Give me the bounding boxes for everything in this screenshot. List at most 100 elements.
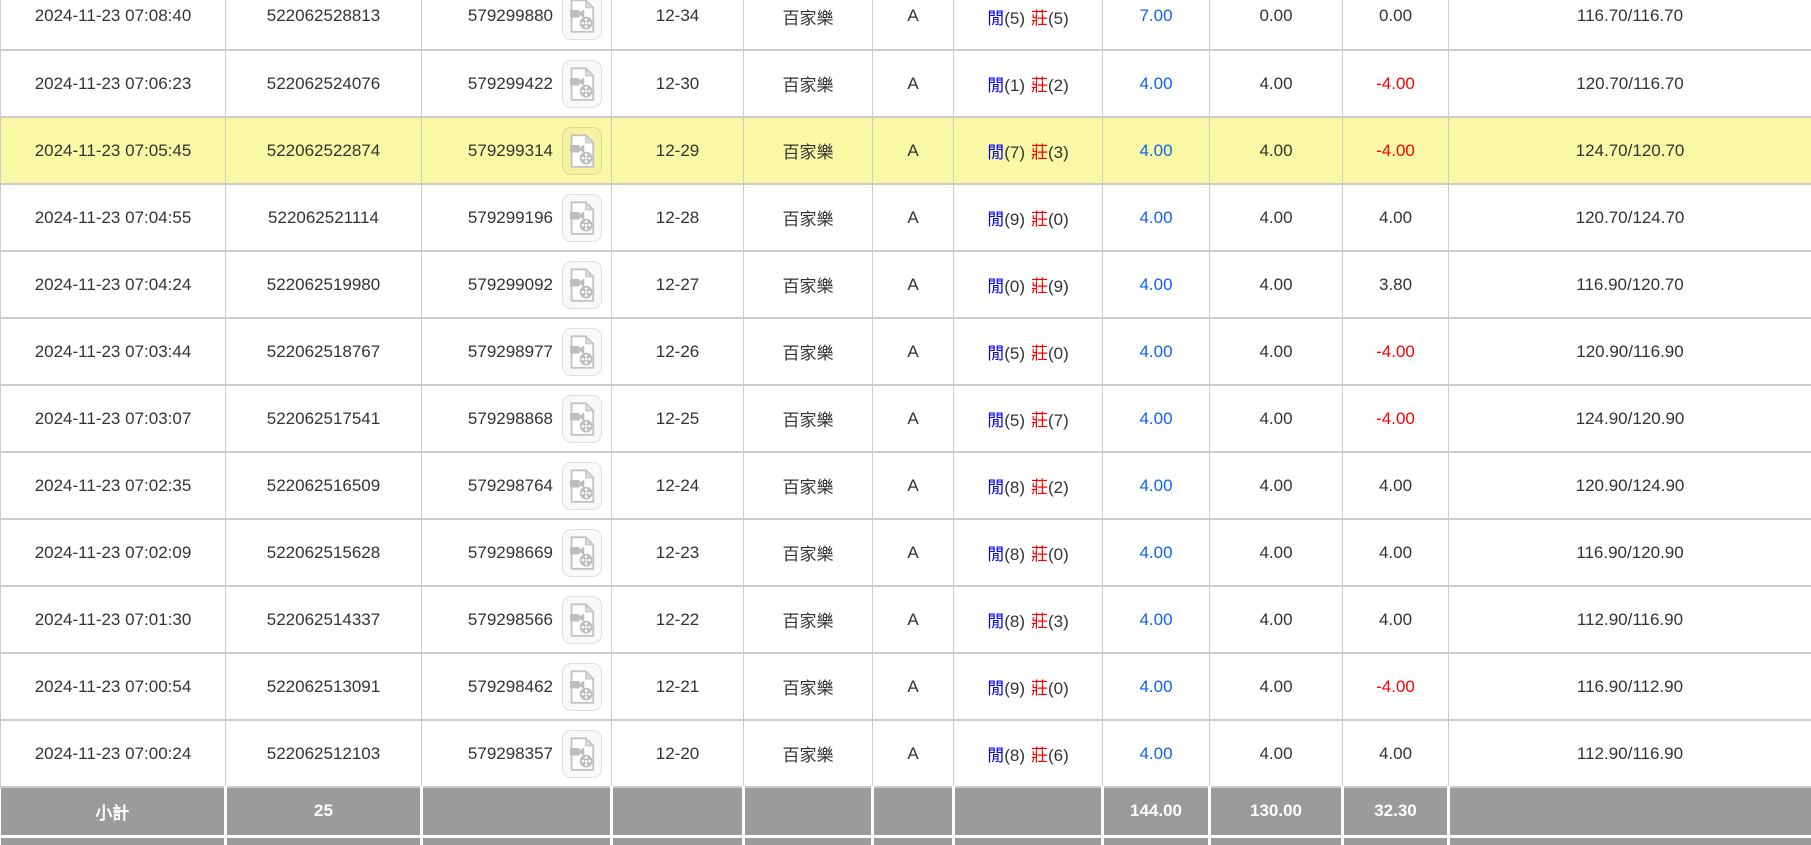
video-replay-button[interactable] xyxy=(562,462,602,510)
valid-bet-cell: 4.00 xyxy=(1210,519,1343,586)
video-replay-button[interactable] xyxy=(562,395,602,443)
balance-cell: 120.90/124.90 xyxy=(1449,452,1811,519)
subtotal-record-count: 25 xyxy=(226,787,422,836)
video-file-icon xyxy=(567,65,597,103)
bet-amount-cell: 4.00 xyxy=(1103,385,1210,452)
result-cell: 閒(5)莊(5) xyxy=(954,0,1103,50)
bet-id-cell: 522062518767 xyxy=(226,318,422,385)
bet-amount-cell: 4.00 xyxy=(1103,519,1210,586)
player-points: (5) xyxy=(1004,9,1025,28)
bet-id-cell: 522062513091 xyxy=(226,653,422,720)
win-loss-cell: 4.00 xyxy=(1343,452,1449,519)
bet-record-row[interactable]: 2024-11-23 07:03:07 522062517541 5792988… xyxy=(1,385,1811,452)
bet-record-row[interactable]: 2024-11-23 07:02:09 522062515628 5792986… xyxy=(1,519,1811,586)
video-file-icon xyxy=(567,266,597,304)
player-points: (0) xyxy=(1004,277,1025,296)
bet-amount-cell: 4.00 xyxy=(1103,117,1210,184)
balance-cell: 116.90/120.70 xyxy=(1449,251,1811,318)
subtotal-label: 小計 xyxy=(1,787,226,836)
game-name-cell: 百家樂 xyxy=(744,318,873,385)
bet-records-viewport: 2024-11-23 07:08:40 522062528813 5792998… xyxy=(0,0,1811,845)
balance-cell: 120.70/124.70 xyxy=(1449,184,1811,251)
round-number-cell: 12-22 xyxy=(612,586,744,653)
win-loss-cell: 4.00 xyxy=(1343,720,1449,787)
bet-id-cell: 522062512103 xyxy=(226,720,422,787)
banker-points: (0) xyxy=(1048,679,1069,698)
bet-time-cell: 2024-11-23 07:04:24 xyxy=(1,251,226,318)
bet-record-row[interactable]: 2024-11-23 07:08:40 522062528813 5792998… xyxy=(1,0,1811,50)
video-replay-button[interactable] xyxy=(562,529,602,577)
subtotal-valid-total: 130.00 xyxy=(1210,787,1343,836)
banker-points: (5) xyxy=(1048,9,1069,28)
balance-cell: 120.90/116.90 xyxy=(1449,318,1811,385)
total-empty-cell xyxy=(1449,836,1811,845)
game-name-cell: 百家樂 xyxy=(744,50,873,117)
bet-amount-cell: 4.00 xyxy=(1103,452,1210,519)
video-file-icon xyxy=(567,199,597,237)
game-name-cell: 百家樂 xyxy=(744,720,873,787)
total-empty-cell xyxy=(612,836,744,845)
subtotal-row: 小計 25 144.00 130.00 32.30 xyxy=(1,787,1811,836)
game-name-cell: 百家樂 xyxy=(744,117,873,184)
table-label-cell: A xyxy=(873,50,954,117)
round-number-cell: 12-25 xyxy=(612,385,744,452)
video-replay-button[interactable] xyxy=(562,261,602,309)
bet-time-cell: 2024-11-23 07:02:09 xyxy=(1,519,226,586)
bet-record-row[interactable]: 2024-11-23 07:04:24 522062519980 5792990… xyxy=(1,251,1811,318)
win-loss-cell: -4.00 xyxy=(1343,385,1449,452)
player-points: (7) xyxy=(1004,143,1025,162)
bet-record-row[interactable]: 2024-11-23 07:05:45 522062522874 5792993… xyxy=(1,117,1811,184)
video-replay-button[interactable] xyxy=(562,328,602,376)
total-empty-cell xyxy=(873,836,954,845)
valid-bet-cell: 4.00 xyxy=(1210,251,1343,318)
player-points: (5) xyxy=(1004,411,1025,430)
bet-time-cell: 2024-11-23 07:03:07 xyxy=(1,385,226,452)
bet-record-row[interactable]: 2024-11-23 07:03:44 522062518767 5792989… xyxy=(1,318,1811,385)
video-replay-button[interactable] xyxy=(562,60,602,108)
video-replay-button[interactable] xyxy=(562,0,602,40)
win-loss-cell: 4.00 xyxy=(1343,586,1449,653)
bet-record-row[interactable]: 2024-11-23 07:02:35 522062516509 5792987… xyxy=(1,452,1811,519)
game-round-cell: 579298566 xyxy=(422,586,612,653)
video-replay-button[interactable] xyxy=(562,730,602,778)
win-loss-cell: -4.00 xyxy=(1343,117,1449,184)
result-cell: 閒(8)莊(6) xyxy=(954,720,1103,787)
bet-amount-cell: 4.00 xyxy=(1103,318,1210,385)
banker-label: 莊 xyxy=(1031,679,1048,698)
round-number-cell: 12-26 xyxy=(612,318,744,385)
video-replay-button[interactable] xyxy=(562,127,602,175)
round-number-cell: 12-28 xyxy=(612,184,744,251)
game-name-cell: 百家樂 xyxy=(744,184,873,251)
video-file-icon xyxy=(567,467,597,505)
bet-amount-cell: 7.00 xyxy=(1103,0,1210,50)
bet-record-row[interactable]: 2024-11-23 07:01:30 522062514337 5792985… xyxy=(1,586,1811,653)
table-body: 2024-11-23 07:08:40 522062528813 5792998… xyxy=(1,0,1811,787)
bet-record-row[interactable]: 2024-11-23 07:00:24 522062512103 5792983… xyxy=(1,720,1811,787)
player-label: 閒 xyxy=(987,746,1004,765)
video-replay-button[interactable] xyxy=(562,663,602,711)
banker-label: 莊 xyxy=(1031,210,1048,229)
bet-time-cell: 2024-11-23 07:01:30 xyxy=(1,586,226,653)
total-empty-cell xyxy=(422,836,612,845)
game-round-id: 579299422 xyxy=(468,74,553,94)
video-replay-button[interactable] xyxy=(562,194,602,242)
bet-time-cell: 2024-11-23 07:03:44 xyxy=(1,318,226,385)
valid-bet-cell: 4.00 xyxy=(1210,720,1343,787)
round-number-cell: 12-27 xyxy=(612,251,744,318)
video-file-icon xyxy=(567,534,597,572)
bet-record-row[interactable]: 2024-11-23 07:06:23 522062524076 5792994… xyxy=(1,50,1811,117)
game-round-cell: 579298977 xyxy=(422,318,612,385)
bet-amount-cell: 4.00 xyxy=(1103,586,1210,653)
bet-amount-cell: 4.00 xyxy=(1103,720,1210,787)
video-replay-button[interactable] xyxy=(562,596,602,644)
player-points: (5) xyxy=(1004,344,1025,363)
banker-points: (7) xyxy=(1048,411,1069,430)
banker-label: 莊 xyxy=(1031,344,1048,363)
bet-record-row[interactable]: 2024-11-23 07:04:55 522062521114 5792991… xyxy=(1,184,1811,251)
bet-id-cell: 522062515628 xyxy=(226,519,422,586)
banker-label: 莊 xyxy=(1031,478,1048,497)
player-points: (1) xyxy=(1004,76,1025,95)
bet-record-row[interactable]: 2024-11-23 07:00:54 522062513091 5792984… xyxy=(1,653,1811,720)
bet-time-cell: 2024-11-23 07:08:40 xyxy=(1,0,226,50)
player-label: 閒 xyxy=(987,478,1004,497)
